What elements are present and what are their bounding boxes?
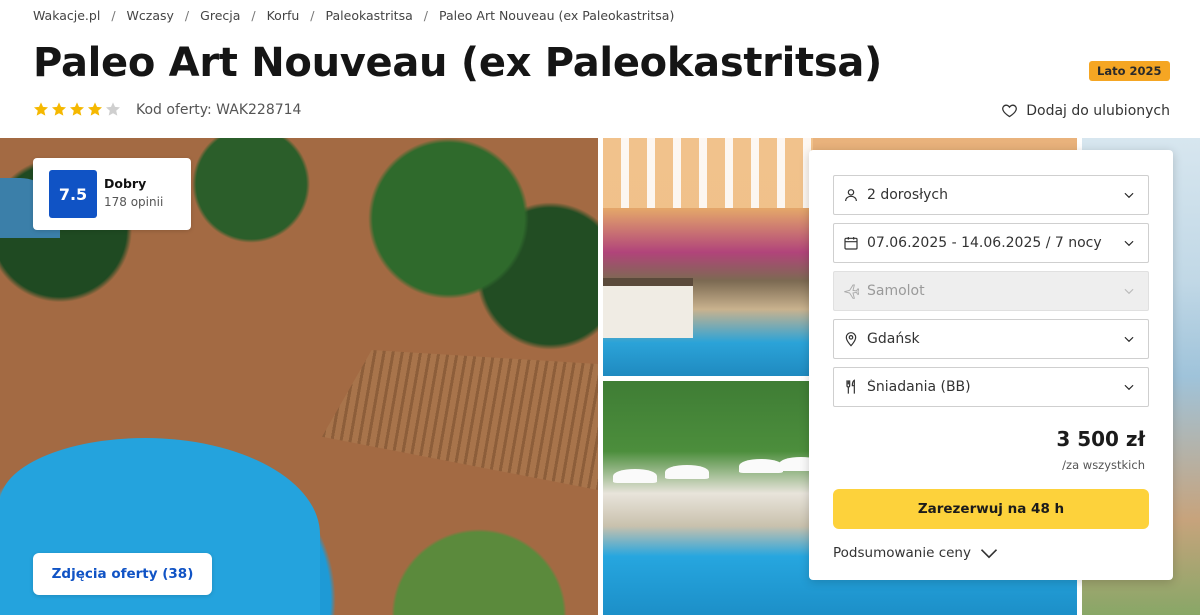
photo-roof xyxy=(322,350,598,490)
departure-select[interactable]: Gdańsk xyxy=(833,319,1149,359)
rating-count: 178 opinii xyxy=(104,195,164,209)
star-empty-icon xyxy=(106,102,120,116)
breadcrumb-separator: / xyxy=(423,8,428,23)
price-summary-label: Podsumowanie ceny xyxy=(833,545,971,561)
guests-select[interactable]: 2 dorosłych xyxy=(833,175,1149,215)
dates-select[interactable]: 07.06.2025 - 14.06.2025 / 7 nocy xyxy=(833,223,1149,263)
star-icon xyxy=(70,102,84,116)
price-summary-toggle[interactable]: Podsumowanie ceny xyxy=(833,545,999,561)
calendar-icon xyxy=(843,235,859,251)
breadcrumb-separator: / xyxy=(111,8,116,23)
season-badge: Lato 2025 xyxy=(1089,61,1170,81)
breadcrumb-item[interactable]: Wczasy xyxy=(127,8,174,23)
breadcrumb-current[interactable]: Paleo Art Nouveau (ex Paleokastritsa) xyxy=(439,8,674,23)
star-icon xyxy=(34,102,48,116)
breadcrumb-separator: / xyxy=(184,8,190,23)
add-to-favorites-label: Dodaj do ulubionych xyxy=(1026,102,1170,119)
transport-select[interactable]: Samolot xyxy=(833,271,1149,311)
board-value: Śniadania (BB) xyxy=(867,379,971,395)
breadcrumb-item[interactable]: Paleokastritsa xyxy=(326,8,413,23)
add-to-favorites-button[interactable]: Dodaj do ulubionych xyxy=(1001,102,1170,119)
breadcrumb-separator: / xyxy=(310,8,315,23)
chevron-down-icon xyxy=(1124,384,1134,391)
board-select[interactable]: Śniadania (BB) xyxy=(833,367,1149,407)
price: 3 500 zł xyxy=(1056,427,1145,451)
chevron-down-icon xyxy=(1124,288,1134,295)
chevron-down-icon xyxy=(1124,240,1134,247)
photo-umbrella xyxy=(665,465,709,479)
photo-umbrella xyxy=(613,469,657,483)
booking-panel: 2 dorosłych 07.06.2025 - 14.06.2025 / 7 … xyxy=(809,150,1173,580)
breadcrumb-item[interactable]: Grecja xyxy=(200,8,240,23)
departure-value: Gdańsk xyxy=(867,331,920,347)
breadcrumb-separator: / xyxy=(251,8,256,23)
breadcrumb-item[interactable]: Korfu xyxy=(267,8,300,23)
person-icon xyxy=(843,187,859,203)
photo-building xyxy=(603,138,813,208)
offer-photos-button[interactable]: Zdjęcia oferty (38) xyxy=(33,553,212,595)
heart-icon xyxy=(1002,104,1018,118)
chevron-down-icon xyxy=(1124,336,1134,343)
rating-score: 7.5 xyxy=(49,170,97,218)
page-title: Paleo Art Nouveau (ex Paleokastritsa) xyxy=(33,40,882,86)
breadcrumb-item[interactable]: Wakacje.pl xyxy=(33,8,100,23)
chevron-down-icon xyxy=(980,549,998,559)
photo-umbrella xyxy=(739,459,783,473)
reserve-button[interactable]: Zarezerwuj na 48 h xyxy=(833,489,1149,529)
rating-card: 7.5 Dobry 178 opinii xyxy=(33,158,191,230)
star-icon xyxy=(88,102,102,116)
transport-value: Samolot xyxy=(867,283,925,299)
main-photo[interactable]: 7.5 Dobry 178 opinii Zdjęcia oferty (38) xyxy=(0,138,598,615)
dates-value: 07.06.2025 - 14.06.2025 / 7 nocy xyxy=(867,235,1102,251)
plane-icon xyxy=(843,283,859,299)
cutlery-icon xyxy=(843,379,859,395)
breadcrumb: Wakacje.pl / Wczasy / Grecja / Korfu / Paleo… xyxy=(33,8,674,23)
chevron-down-icon xyxy=(1124,192,1134,199)
photo-palm xyxy=(360,498,598,615)
photo-cabana xyxy=(603,278,693,338)
rating-word: Dobry xyxy=(104,176,147,191)
location-pin-icon xyxy=(843,331,859,347)
offer-code: Kod oferty: WAK228714 xyxy=(136,102,302,118)
guests-value: 2 dorosłych xyxy=(867,187,948,203)
star-rating xyxy=(33,101,121,117)
star-icon xyxy=(52,102,66,116)
price-note: /za wszystkich xyxy=(1062,458,1145,472)
